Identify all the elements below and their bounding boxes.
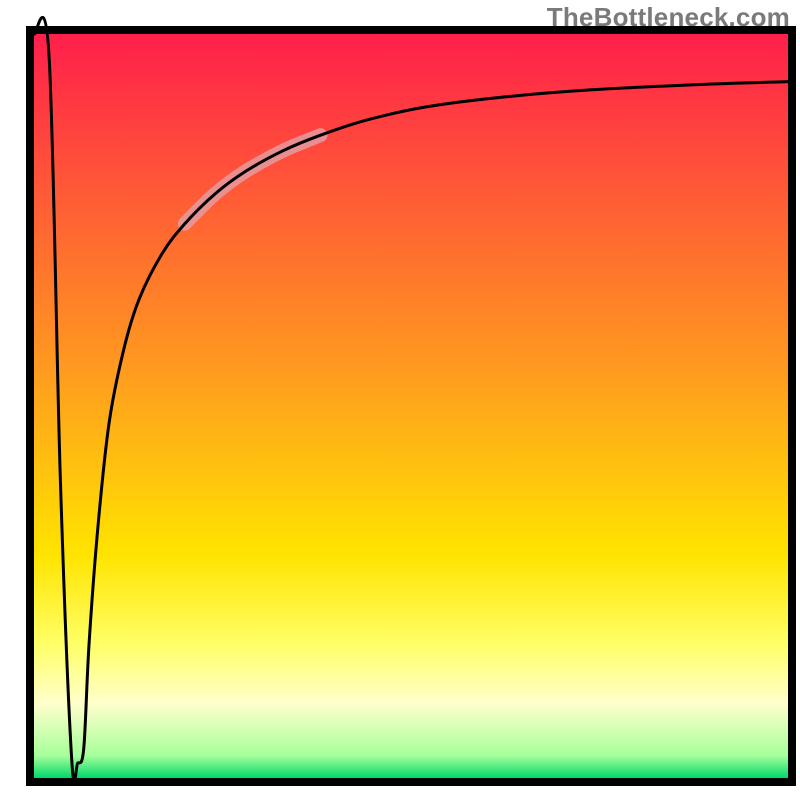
bottleneck-curve-chart bbox=[0, 0, 800, 800]
chart-background bbox=[34, 34, 788, 778]
chart-stage: TheBottleneck.com bbox=[0, 0, 800, 800]
